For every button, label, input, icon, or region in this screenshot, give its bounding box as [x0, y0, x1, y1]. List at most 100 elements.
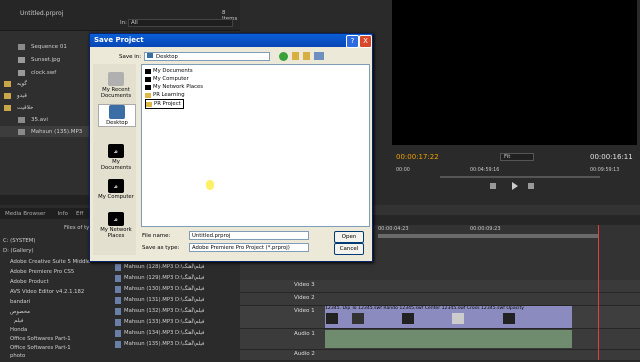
file-row[interactable]: Mahsun (129).MP3 D:\فیلم\آهنگ [115, 275, 240, 286]
recent-documents-icon [108, 72, 124, 86]
clip-thumbnail [352, 313, 364, 324]
sequence-icon [18, 43, 25, 50]
clip-thumbnail [326, 313, 338, 324]
clip-thumbnail [503, 313, 515, 324]
list-item-rename[interactable]: PR Project [145, 99, 184, 109]
tree-item[interactable]: Adobe Premiere Pro CS5 [10, 269, 74, 278]
track-label: Audio 2 [294, 351, 315, 357]
program-monitor-screen [392, 0, 637, 145]
tree-item[interactable]: Adobe Product [10, 279, 49, 288]
tree-item[interactable]: C: (SYSTEM) [3, 238, 35, 247]
folder-icon [146, 101, 152, 107]
up-folder-icon[interactable] [292, 52, 299, 60]
timeline-playhead[interactable] [598, 225, 599, 360]
views-menu-icon[interactable] [314, 52, 324, 60]
save-as-type-label: Save as type: [142, 245, 180, 251]
audio-file-icon [115, 308, 121, 315]
tree-item[interactable]: D: (Gallery) [3, 248, 34, 257]
file-icon [18, 69, 25, 76]
project-header: Untitled.prproj 8 Items In: All [0, 0, 240, 31]
image-icon [18, 56, 25, 63]
in-label: In: [120, 20, 127, 26]
place-my-network[interactable]: ﻣ My Network Places [98, 212, 134, 239]
tree-item[interactable]: Honda [10, 327, 27, 336]
tree-item[interactable]: bandari [10, 299, 30, 308]
tab-effects[interactable]: Eff [76, 211, 83, 217]
list-item[interactable]: My Documents [145, 67, 193, 75]
audio-file-icon [115, 275, 121, 282]
cursor-highlight [206, 180, 214, 190]
network-icon: ﻣ [108, 212, 124, 226]
file-row[interactable]: Mahsun (135).MP3 D:\فیلم\آهنگ [115, 341, 240, 352]
place-recent-documents[interactable]: My Recent Documents [98, 72, 134, 99]
audio-file-icon [115, 330, 121, 337]
place-my-documents[interactable]: ﻣ My Documents [98, 144, 134, 171]
file-row[interactable]: Mahsun (134).MP3 D:\فیلم\آهنگ [115, 330, 240, 341]
network-icon [145, 84, 151, 90]
monitor-ruler-start: 00:00 [396, 168, 410, 173]
list-item[interactable]: PR Learning [145, 91, 185, 99]
file-row[interactable]: Mahsun (131).MP3 D:\فیلم\آهنگ [115, 297, 240, 308]
fit-select[interactable]: Fit [500, 153, 534, 161]
play-icon[interactable] [512, 182, 518, 190]
tree-item[interactable]: photo [10, 353, 25, 362]
list-item[interactable]: My Computer [145, 75, 189, 83]
audio-file-icon [115, 286, 121, 293]
playhead-timecode[interactable]: 00:00:17:22 [396, 153, 439, 161]
place-desktop[interactable]: Desktop [98, 104, 136, 127]
track-label: Video 3 [294, 282, 315, 288]
open-button[interactable]: Open [334, 231, 364, 243]
desktop-icon [147, 53, 153, 58]
computer-icon: ﻣ [108, 179, 124, 193]
place-my-computer[interactable]: ﻣ My Computer [98, 179, 134, 200]
file-row[interactable]: Mahsun (133).MP3 D:\فیلم\آهنگ [115, 319, 240, 330]
tree-item[interactable]: AVS Video Editor v4.2.1.182 [10, 289, 84, 298]
duration-timecode: 00:00:16:11 [590, 153, 633, 161]
list-item[interactable]: My Network Places [145, 83, 203, 91]
audio-file-icon [18, 128, 25, 135]
tab-media-browser[interactable]: Media Browser [5, 211, 46, 217]
file-row[interactable]: Mahsun (130).MP3 D:\فیلم\آهنگ [115, 286, 240, 297]
file-list[interactable]: My Documents My Computer My Network Plac… [141, 64, 370, 227]
computer-icon [145, 76, 151, 82]
video-file-icon [18, 116, 25, 123]
tree-item[interactable]: مخصوص [10, 309, 30, 318]
audio-clip-strip[interactable] [325, 330, 572, 348]
monitor-ruler-mid: 00:04:59:16 [470, 168, 500, 173]
file-row[interactable]: Mahsun (128).MP3 D:\فیلم\آهنگ [115, 264, 240, 275]
folder-icon [4, 92, 11, 99]
clip-thumbnail [402, 313, 414, 324]
dialog-title: Save Project [94, 36, 144, 44]
new-folder-icon[interactable] [303, 52, 310, 60]
in-select[interactable]: All [128, 19, 233, 27]
file-row[interactable]: Mahsun (132).MP3 D:\فیلم\آهنگ [115, 308, 240, 319]
audio-file-icon [115, 264, 121, 271]
save-in-select[interactable]: Desktop [144, 52, 270, 61]
tree-item[interactable]: فیلم [14, 318, 23, 327]
track-label: Video 1 [294, 308, 315, 314]
tab-info[interactable]: Info [58, 211, 68, 217]
step-forward-icon[interactable] [528, 183, 534, 189]
track-label: Video 2 [294, 295, 315, 301]
file-name-input[interactable]: Untitled.prproj [189, 231, 309, 240]
folder-icon [4, 80, 11, 87]
desktop-icon [109, 105, 125, 119]
monitor-ruler-end: 00:09:59:13 [590, 168, 620, 173]
monitor-scrubber[interactable] [440, 176, 600, 178]
dialog-titlebar[interactable]: Save Project ? X [90, 34, 372, 48]
track-label: Audio 1 [294, 331, 315, 337]
cancel-button[interactable]: Cancel [334, 243, 364, 255]
folder-icon [145, 92, 151, 98]
step-back-icon[interactable] [490, 183, 496, 189]
close-button[interactable]: X [359, 35, 372, 48]
folder-icon [4, 104, 11, 111]
save-as-type-select[interactable]: Adobe Premiere Pro Project (*.prproj) [189, 243, 309, 252]
tree-item[interactable]: Adobe Creative Suite 5 Middle [10, 259, 90, 268]
work-area-bar[interactable] [378, 234, 598, 238]
audio-file-icon [115, 319, 121, 326]
save-project-dialog: Save Project ? X Save in: Desktop My Rec… [89, 33, 373, 262]
file-name-label: File name: [142, 233, 171, 239]
help-button[interactable]: ? [346, 35, 359, 48]
tree-item[interactable]: Office Softwares Part-1 [10, 336, 71, 345]
back-icon[interactable] [279, 52, 288, 61]
